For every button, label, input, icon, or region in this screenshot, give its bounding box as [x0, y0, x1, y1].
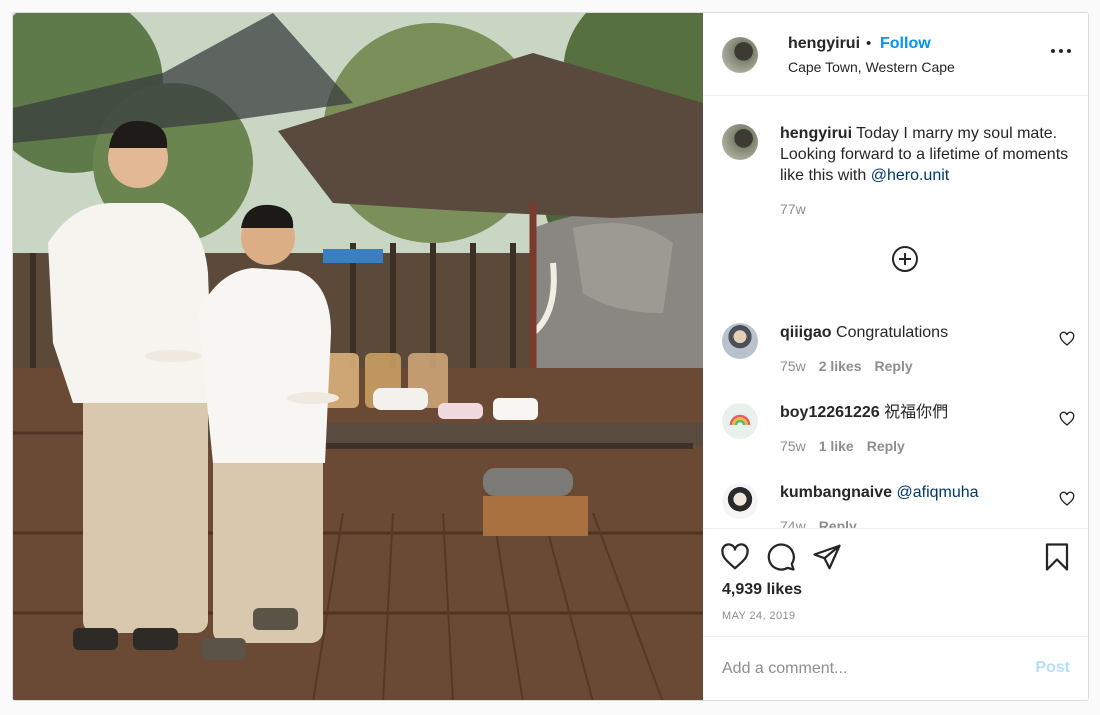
post-header: hengyirui • Follow Cape Town, Western Ca… [703, 13, 1088, 96]
commenter-avatar[interactable] [722, 323, 758, 359]
reply-button[interactable]: Reply [867, 438, 905, 454]
comment-meta: 74w Reply [780, 518, 857, 528]
add-comment-bar: Post [703, 636, 1088, 700]
commenter-avatar[interactable] [722, 483, 758, 519]
post-date[interactable]: MAY 24, 2019 [722, 610, 796, 622]
comment-heart-icon[interactable] [1059, 491, 1075, 507]
post-location[interactable]: Cape Town, Western Cape [788, 59, 955, 75]
comment-meta: 75w 2 likes Reply [780, 358, 913, 374]
caption-username[interactable]: hengyirui [780, 125, 852, 142]
post-photo-illustration [13, 13, 703, 700]
comment-time[interactable]: 75w [780, 438, 806, 454]
post-side-panel: hengyirui • Follow Cape Town, Western Ca… [703, 13, 1088, 700]
comment-icon[interactable] [766, 542, 796, 572]
comment-item: boy12261226 祝福你們 75w 1 like Reply [703, 402, 1088, 483]
bookmark-icon[interactable] [1042, 542, 1072, 572]
comment-likes[interactable]: 1 like [819, 438, 854, 454]
comment-input[interactable] [722, 657, 1022, 681]
comment-time[interactable]: 74w [780, 518, 806, 528]
post-comment-button[interactable]: Post [1035, 659, 1070, 677]
caption-text: hengyirui Today I marry my soul mate. Lo… [780, 123, 1075, 186]
comment-text: kumbangnaive @afiqmuha [780, 482, 979, 503]
paper-plane-icon[interactable] [812, 542, 842, 572]
commenter-avatar[interactable] [722, 403, 758, 439]
caption-time[interactable]: 77w [780, 201, 806, 217]
comment-likes[interactable]: 2 likes [819, 358, 862, 374]
post-photo[interactable] [13, 13, 703, 700]
comment-item: qiiigao Congratulations 75w 2 likes Repl… [703, 322, 1088, 403]
comment-time[interactable]: 75w [780, 358, 806, 374]
follow-button[interactable]: Follow [880, 35, 931, 53]
author-username[interactable]: hengyirui [788, 35, 860, 53]
separator-dot: • [866, 35, 872, 52]
post-actions: 4,939 likes MAY 24, 2019 [703, 528, 1088, 636]
comment-mention[interactable]: @afiqmuha [896, 484, 978, 501]
comment-item: kumbangnaive @afiqmuha 74w Reply [703, 482, 1088, 528]
comment-body: Congratulations [831, 324, 949, 341]
comments-section[interactable]: hengyirui Today I marry my soul mate. Lo… [703, 97, 1088, 528]
caption-avatar[interactable] [722, 124, 758, 160]
commenter-username[interactable]: kumbangnaive [780, 484, 892, 501]
comment-text: boy12261226 祝福你們 [780, 402, 948, 423]
comment-text: qiiigao Congratulations [780, 322, 948, 343]
instagram-post: hengyirui • Follow Cape Town, Western Ca… [12, 12, 1089, 701]
reply-button[interactable]: Reply [819, 518, 857, 528]
comment-heart-icon[interactable] [1059, 411, 1075, 427]
commenter-username[interactable]: boy12261226 [780, 404, 880, 421]
comment-heart-icon[interactable] [1059, 331, 1075, 347]
caption-mention[interactable]: @hero.unit [871, 167, 950, 184]
load-more-comments-icon[interactable] [892, 246, 918, 272]
comment-body: 祝福你們 [879, 404, 949, 421]
likes-count[interactable]: 4,939 likes [722, 581, 802, 599]
heart-icon[interactable] [720, 542, 750, 572]
more-options-icon[interactable] [1051, 47, 1071, 55]
rainbow-icon [729, 414, 751, 426]
author-avatar[interactable] [722, 37, 758, 73]
reply-button[interactable]: Reply [875, 358, 913, 374]
commenter-username[interactable]: qiiigao [780, 324, 832, 341]
comment-meta: 75w 1 like Reply [780, 438, 905, 454]
